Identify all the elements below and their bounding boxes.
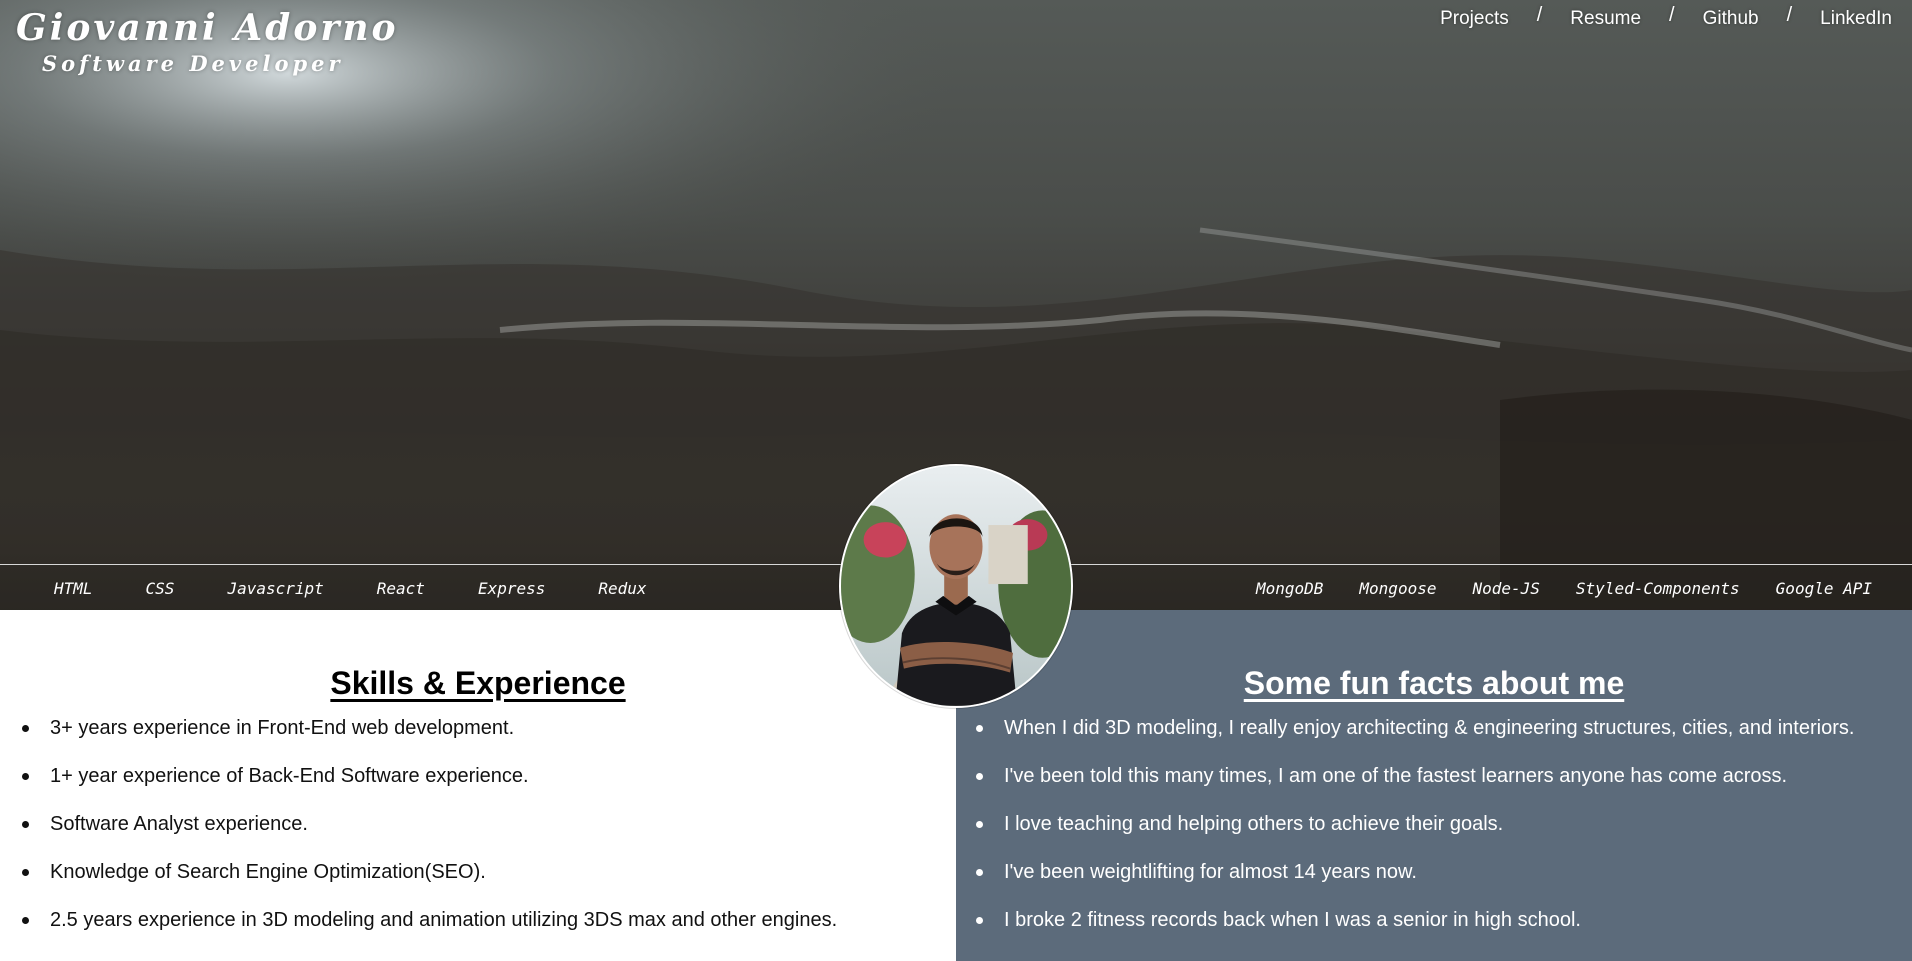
skills-right-group: MongoDB Mongoose Node-JS Styled-Componen…: [1220, 565, 1872, 610]
nav-separator: /: [1669, 3, 1675, 26]
bullet-icon: [976, 917, 983, 924]
skill-tag-nodejs: Node-JS: [1472, 578, 1540, 598]
bullet-icon: [976, 821, 983, 828]
nav-link-linkedin[interactable]: LinkedIn: [1818, 6, 1894, 32]
fun-facts-heading: Some fun facts about me: [1243, 664, 1625, 701]
skill-tag-google-api: Google API: [1775, 578, 1872, 598]
experience-heading: Skills & Experience: [330, 664, 626, 701]
fun-facts-section: Some fun facts about me When I did 3D mo…: [956, 610, 1912, 961]
bullet-icon: [22, 917, 29, 924]
skill-tag-mongodb: MongoDB: [1255, 578, 1324, 598]
brand-title: Software Developer: [42, 51, 344, 76]
skill-tag-styled-components: Styled-Components: [1575, 578, 1740, 598]
experience-item-text: 2.5 years experience in 3D modeling and …: [50, 909, 838, 931]
experience-list: 3+ years experience in Front-End web dev…: [22, 714, 837, 954]
experience-section: Skills & Experience 3+ years experience …: [0, 610, 956, 961]
nav-link-resume[interactable]: Resume: [1568, 6, 1643, 32]
fun-fact-item-text: I've been weightlifting for almost 14 ye…: [1004, 861, 1417, 883]
skill-tag-redux: Redux: [598, 578, 647, 598]
brand-name: Giovanni Adorno: [16, 7, 399, 49]
fun-fact-item-text: I've been told this many times, I am one…: [1004, 765, 1788, 787]
nav-link-projects[interactable]: Projects: [1438, 6, 1511, 32]
skill-tag-express: Express: [477, 578, 546, 598]
bullet-icon: [22, 773, 29, 780]
nav-separator: /: [1536, 3, 1543, 26]
fun-fact-item-text: When I did 3D modeling, I really enjoy a…: [1004, 717, 1855, 739]
skill-tag-css: CSS: [145, 578, 175, 598]
bullet-icon: [22, 869, 29, 876]
nav-separator: /: [1786, 3, 1793, 26]
bullet-icon: [976, 869, 983, 876]
fun-fact-item-text: I love teaching and helping others to ac…: [1004, 813, 1504, 835]
top-navigation: Projects / Resume / Github / LinkedIn: [1438, 3, 1894, 32]
fun-fact-item: When I did 3D modeling, I really enjoy a…: [976, 714, 1854, 762]
skills-left-group: HTML CSS Javascript React Express Redux: [54, 565, 700, 610]
profile-photo: [839, 464, 1073, 708]
fun-facts-list: When I did 3D modeling, I really enjoy a…: [976, 714, 1854, 954]
skill-tag-javascript: Javascript: [227, 578, 324, 598]
profile-portrait-image: [841, 466, 1071, 706]
experience-item-text: Knowledge of Search Engine Optimization(…: [50, 861, 486, 883]
experience-item: 3+ years experience in Front-End web dev…: [22, 714, 837, 762]
bullet-icon: [976, 773, 983, 780]
fun-fact-item: I've been weightlifting for almost 14 ye…: [976, 858, 1854, 906]
skill-tag-html: HTML: [54, 578, 93, 598]
fun-fact-item: I've been told this many times, I am one…: [976, 762, 1854, 810]
fun-fact-item: I love teaching and helping others to ac…: [976, 810, 1854, 858]
brand: Giovanni Adorno Software Developer: [16, 4, 399, 76]
experience-item-text: Software Analyst experience.: [50, 813, 308, 835]
bullet-icon: [976, 725, 983, 732]
fun-fact-item-text: I broke 2 fitness records back when I wa…: [1004, 909, 1581, 931]
skill-tag-mongoose: Mongoose: [1359, 578, 1437, 598]
experience-item: 1+ year experience of Back-End Software …: [22, 762, 837, 810]
experience-item: Software Analyst experience.: [22, 810, 837, 858]
experience-item: Knowledge of Search Engine Optimization(…: [22, 858, 837, 906]
bullet-icon: [22, 821, 29, 828]
nav-link-github[interactable]: Github: [1701, 6, 1761, 32]
experience-item-text: 1+ year experience of Back-End Software …: [50, 765, 529, 787]
bullet-icon: [22, 725, 29, 732]
experience-item-text: 3+ years experience in Front-End web dev…: [50, 717, 515, 739]
skill-tag-react: React: [376, 578, 425, 598]
experience-item: 2.5 years experience in 3D modeling and …: [22, 906, 837, 954]
fun-fact-item: I broke 2 fitness records back when I wa…: [976, 906, 1854, 954]
portfolio-page: Giovanni Adorno Software Developer Proje…: [0, 0, 1912, 961]
